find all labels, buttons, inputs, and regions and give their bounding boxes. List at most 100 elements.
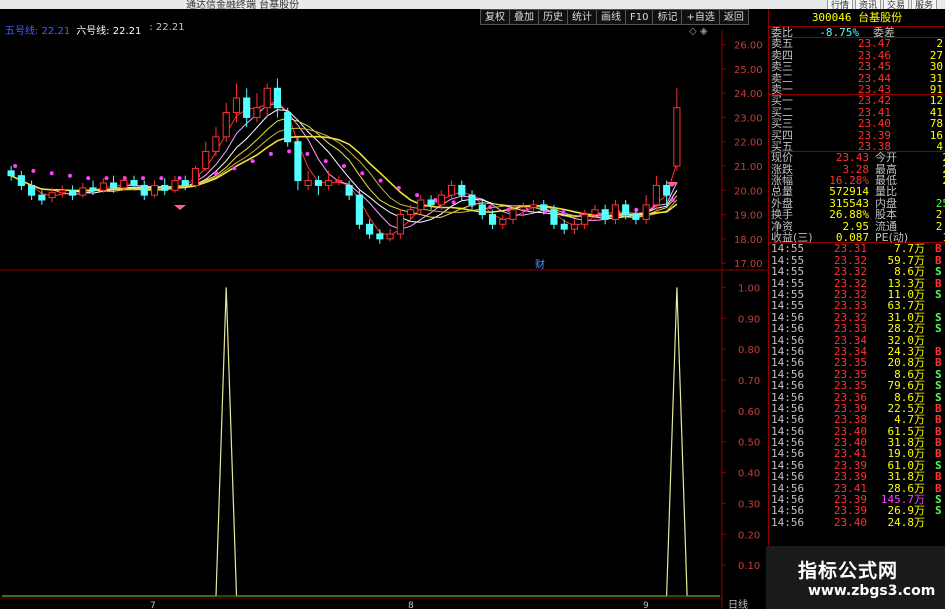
tick-row[interactable]: 14:56 23.39 31.8万 B	[769, 470, 945, 484]
bid-volume: 78	[929, 117, 943, 131]
indicator-tick-label: 0.10	[738, 561, 760, 572]
ask-row[interactable]: 卖三 23.45 30	[769, 60, 945, 74]
candle-body	[130, 180, 138, 186]
tick-direction: S	[935, 504, 942, 518]
toolbar-add-watchlist-button[interactable]: +自选	[681, 9, 719, 25]
ma-dot	[488, 205, 493, 210]
tick-volume: 8.6万	[894, 265, 925, 279]
indicator-tick-label: 0.80	[738, 345, 760, 356]
quote-panel: 300046 台基股份 委比 -8.75% 委差 卖五 23.47 2 卖四 23.46…	[768, 9, 945, 609]
bid-row[interactable]: 买二 23.41 41	[769, 106, 945, 118]
kline-chart[interactable]: 26.00 25.00 24.00 23.00 22.00 21.00 20.00 19.00…	[0, 0, 768, 609]
candle-body	[191, 167, 200, 186]
indicator-tick-label: 0.20	[738, 530, 760, 541]
candle-body	[509, 209, 517, 220]
tick-row[interactable]: 14:56 23.35 20.8万 B	[769, 357, 945, 369]
ask-row[interactable]: 卖五 23.47 2	[769, 38, 945, 50]
price-axis-ticks: 26.00 25.00 24.00 23.00 22.00 21.00 20.00 19.00…	[722, 41, 763, 270]
tick-time: 14:56	[771, 470, 805, 484]
ma-dot	[342, 164, 346, 168]
candle-body	[140, 184, 148, 196]
toolbar-history-button[interactable]: 历史	[538, 9, 567, 25]
tick-volume: 4.7万	[894, 413, 925, 427]
tab-service[interactable]: 服务	[910, 0, 937, 9]
ma5-label: 五号线: 22.21	[5, 26, 71, 37]
price-tick-label: 25.00	[734, 65, 763, 76]
ask-row[interactable]: 卖二 23.44 31	[769, 72, 945, 84]
ask-row[interactable]: 卖一 23.43 91	[769, 84, 945, 95]
bid-row[interactable]: 买四 23.39 16	[769, 129, 945, 141]
candle-body	[48, 192, 56, 199]
tick-time: 14:56	[771, 515, 805, 529]
ma-dot	[378, 178, 383, 183]
watermark-line2: www.zbgs3.com	[808, 583, 936, 599]
stat-row[interactable]: 换手 26.88% 股本 2.	[769, 208, 945, 222]
ask-volume: 30	[929, 60, 943, 74]
toolbar-fuquan-button[interactable]: 复权	[480, 9, 509, 25]
candle-body	[529, 204, 538, 208]
indicator-tick-label: 0.90	[738, 314, 760, 325]
indicator-tick-label: 0.70	[738, 376, 760, 387]
tab-news[interactable]: 资讯	[854, 0, 881, 9]
stat-label: 现价	[771, 151, 793, 165]
tick-row[interactable]: 14:55 23.32 8.6万 S	[769, 265, 945, 279]
candle-body	[99, 182, 107, 191]
candle-body	[243, 97, 251, 118]
candle-body	[550, 209, 558, 225]
bid-label: 买三	[771, 117, 793, 131]
bid-row[interactable]: 买一 23.42 12	[769, 95, 945, 107]
candle-body	[181, 180, 189, 186]
tick-volume: 28.2万	[887, 322, 926, 336]
toolbar-stats-button[interactable]: 统计	[567, 9, 596, 25]
ma-dot	[670, 198, 675, 202]
candle-body	[38, 194, 46, 201]
stat-value-2: 2	[909, 152, 945, 164]
signal-marker-icon	[174, 205, 186, 210]
ma-dot	[323, 159, 328, 164]
tick-row[interactable]: 14:56 23.38 4.7万 B	[769, 413, 945, 427]
candle-body	[601, 209, 609, 220]
toolbar-overlay-button[interactable]: 叠加	[509, 9, 538, 25]
tick-list[interactable]: 14:55 23.31 7.7万 B 14:55 23.32 59.7万 B 14:55 23.3…	[769, 243, 945, 528]
date-label: 7	[150, 601, 156, 609]
candle-body	[591, 209, 599, 216]
ask-row[interactable]: 卖四 23.46 27	[769, 49, 945, 61]
nav-arrows-icon[interactable]: ◇ ◈	[689, 26, 708, 37]
ma-other-label: : 22.21	[149, 22, 185, 33]
tab-trade[interactable]: 交易	[882, 0, 909, 9]
tick-direction: S	[935, 287, 942, 301]
tick-row[interactable]: 14:56 23.33 28.2万 S	[769, 322, 945, 336]
stock-header[interactable]: 300046 台基股份	[769, 9, 945, 27]
tick-price: 23.35	[833, 379, 867, 393]
candle-body	[386, 233, 394, 240]
toolbar-f10-button[interactable]: F10	[625, 9, 653, 25]
tick-row[interactable]: 14:56 23.35 79.6万 S	[769, 379, 945, 393]
stat-value-2: 2.	[935, 208, 945, 222]
stat-label-2: 股本	[875, 208, 897, 222]
bottom-tab-daily[interactable]: 日线	[728, 598, 748, 609]
date-label: 8	[408, 601, 414, 609]
annotation-cai[interactable]: 财	[535, 258, 545, 271]
stat-row[interactable]: 现价 23.43 今开 2	[769, 151, 945, 165]
tick-price: 23.38	[833, 413, 867, 427]
ma-dot	[104, 176, 109, 181]
tick-row[interactable]: 14:56 23.40 24.8万	[769, 515, 945, 529]
price-tick-label: 26.00	[734, 41, 763, 52]
tab-quotes[interactable]: 行情	[826, 0, 853, 9]
ask-book: 卖五 23.47 2 卖四 23.46 27 卖三 23.45 30 卖二 23.44 31 卖一 23.…	[769, 38, 945, 95]
candle-body	[427, 199, 435, 206]
stat-value: 23.43	[835, 151, 869, 165]
toolbar-back-button[interactable]: 返回	[718, 9, 749, 25]
toolbar-draw-button[interactable]: 画线	[596, 9, 625, 25]
candle-body	[120, 180, 128, 189]
stat-value-2: 2	[909, 163, 945, 175]
ma-dot	[159, 176, 164, 181]
candle-body	[17, 175, 25, 186]
bid-row[interactable]: 买三 23.40 78	[769, 117, 945, 131]
ma-dot	[305, 151, 310, 156]
candle-body	[366, 223, 374, 235]
price-tick-label: 19.00	[734, 211, 763, 222]
toolbar-mark-button[interactable]: 标记	[652, 9, 682, 25]
ma-dot	[415, 193, 420, 198]
ask-label: 卖三	[771, 60, 793, 74]
